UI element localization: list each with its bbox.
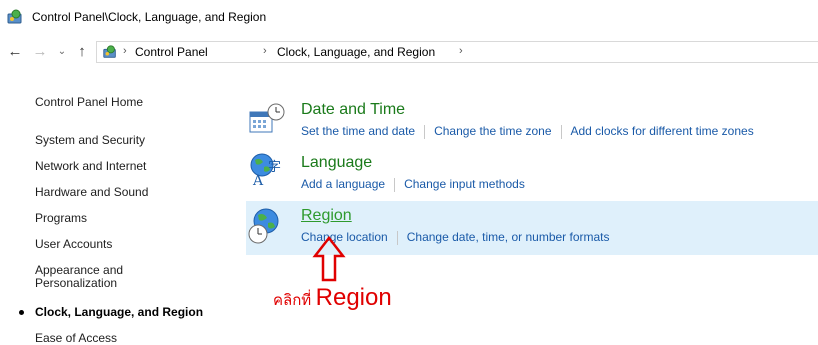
region-globe-clock-icon[interactable] bbox=[246, 206, 286, 246]
red-up-arrow-icon bbox=[312, 236, 346, 282]
window-title: Control Panel\Clock, Language, and Regio… bbox=[32, 10, 267, 24]
annotation-thai: คลิกที่ bbox=[273, 292, 312, 309]
up-arrow-icon[interactable]: ↑ bbox=[72, 43, 92, 61]
link-divider bbox=[424, 124, 426, 139]
breadcrumb-clock-language-region[interactable]: Clock, Language, and Region bbox=[277, 45, 435, 59]
language-globe-icon[interactable]: A 字 bbox=[246, 151, 286, 187]
sidebar-item-programs[interactable]: Programs bbox=[35, 211, 87, 225]
change-time-zone-link[interactable]: Change the time zone bbox=[434, 124, 551, 138]
change-date-time-formats-link[interactable]: Change date, time, or number formats bbox=[407, 230, 610, 244]
recent-locations-chevron-icon[interactable]: ⌄ bbox=[54, 43, 70, 61]
link-divider bbox=[396, 230, 398, 245]
link-divider bbox=[394, 177, 396, 192]
sidebar-item-clock-language-region[interactable]: Clock, Language, and Region bbox=[35, 305, 203, 319]
address-bar[interactable]: › Control Panel › Clock, Language, and R… bbox=[96, 41, 818, 63]
control-panel-icon bbox=[7, 9, 22, 24]
sidebar-item-network-internet[interactable]: Network and Internet bbox=[35, 159, 146, 173]
region-title[interactable]: Region bbox=[301, 207, 352, 225]
annotation-text: คลิกที่ Region bbox=[273, 284, 392, 312]
breadcrumb-chevron-icon[interactable]: › bbox=[263, 45, 267, 57]
sidebar-item-ease-of-access[interactable]: Ease of Access bbox=[35, 331, 117, 345]
date-time-title[interactable]: Date and Time bbox=[301, 101, 405, 119]
sidebar-item-appearance[interactable]: Appearance and Personalization bbox=[35, 264, 140, 290]
date-time-links: Set the time and date Change the time zon… bbox=[301, 124, 754, 139]
breadcrumb-chevron-icon[interactable]: › bbox=[123, 45, 127, 57]
annotation-english: Region bbox=[315, 284, 392, 311]
region-links: Change location Change date, time, or num… bbox=[301, 230, 610, 245]
svg-text:A: A bbox=[252, 173, 264, 187]
breadcrumb-chevron-icon[interactable]: › bbox=[459, 45, 463, 57]
language-links: Add a language Change input methods bbox=[301, 177, 525, 192]
current-page-bullet-icon bbox=[19, 310, 24, 315]
change-input-methods-link[interactable]: Change input methods bbox=[404, 177, 525, 191]
set-time-date-link[interactable]: Set the time and date bbox=[301, 124, 415, 138]
sidebar-item-system-security[interactable]: System and Security bbox=[35, 133, 145, 147]
forward-arrow-icon[interactable]: → bbox=[30, 43, 50, 61]
breadcrumb-control-panel[interactable]: Control Panel bbox=[135, 45, 208, 59]
sidebar-home-link[interactable]: Control Panel Home bbox=[35, 95, 143, 109]
control-panel-icon bbox=[103, 45, 116, 58]
add-clocks-link[interactable]: Add clocks for different time zones bbox=[571, 124, 754, 138]
svg-text:字: 字 bbox=[268, 160, 281, 175]
language-title[interactable]: Language bbox=[301, 154, 372, 172]
link-divider bbox=[560, 124, 562, 139]
back-arrow-icon[interactable]: ← bbox=[5, 43, 25, 61]
sidebar-item-hardware-sound[interactable]: Hardware and Sound bbox=[35, 185, 148, 199]
calendar-clock-icon[interactable] bbox=[248, 102, 288, 136]
title-bar: Control Panel\Clock, Language, and Regio… bbox=[0, 0, 818, 34]
sidebar-item-user-accounts[interactable]: User Accounts bbox=[35, 237, 112, 251]
add-language-link[interactable]: Add a language bbox=[301, 177, 385, 191]
